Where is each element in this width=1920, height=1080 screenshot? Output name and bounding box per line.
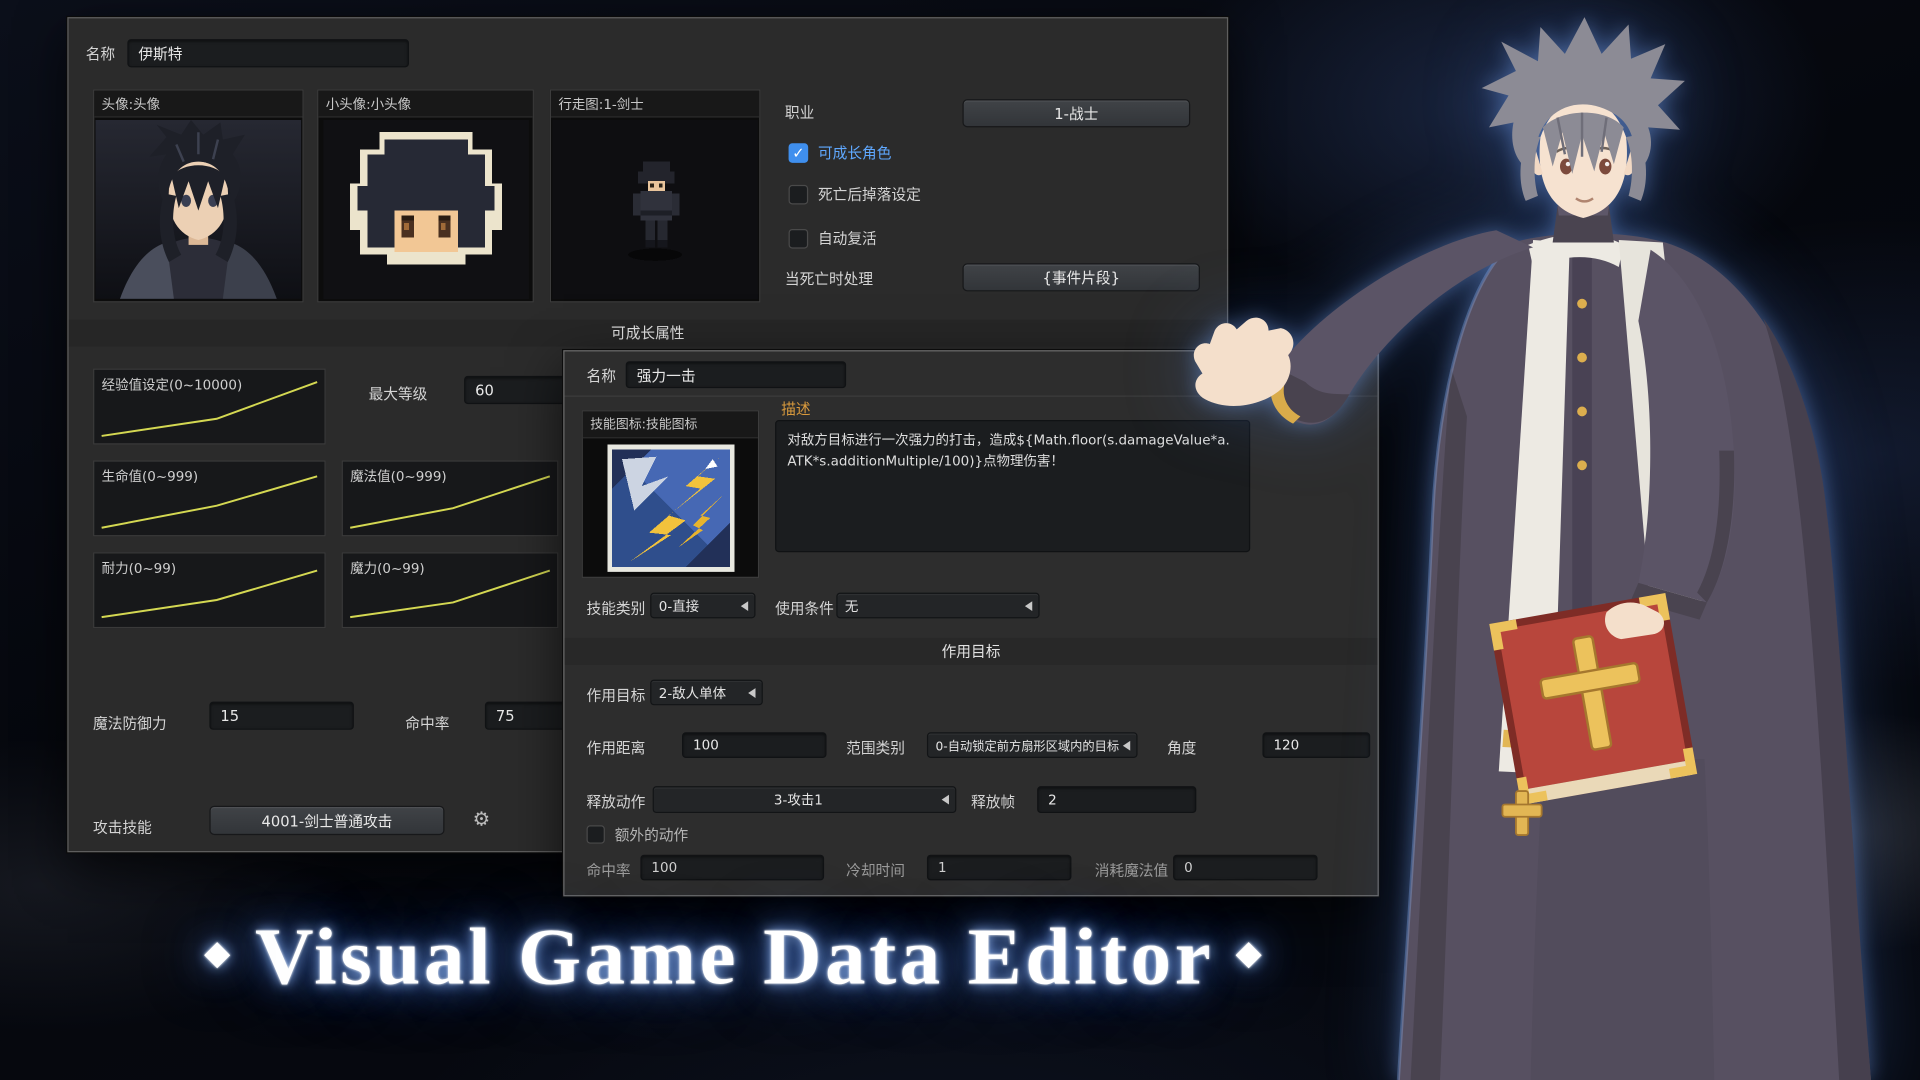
mp-curve-box[interactable]: 魔法值(0~999) [342,460,559,536]
face-portrait-image [94,118,302,302]
walk-sprite-label: 行走图:1-剑士 [551,91,759,118]
magic-curve-box[interactable]: 魔力(0~99) [342,552,559,628]
growable-checkbox-row[interactable]: ✓ 可成长角色 [789,142,892,163]
skill-icon-art [607,444,734,571]
use-condition-value: 无 [845,596,858,616]
death-drop-checkbox[interactable] [789,184,809,204]
distance-input[interactable]: 100 [682,732,826,758]
hp-curve-label: 生命值(0~999) [102,467,198,487]
release-action-label: 释放动作 [587,793,646,811]
skill-name-input[interactable]: 强力一击 [626,361,846,388]
attack-skill-gear-icon[interactable]: ⚙ [473,809,491,829]
hit-rate-label: 命中率 [405,715,449,733]
title-banner: ◆ Visual Game Data Editor ◆ [24,911,1444,1004]
attack-skill-label: 攻击技能 [93,819,152,837]
death-drop-checkbox-row[interactable]: 死亡后掉落设定 [789,184,921,205]
growth-section-header: 可成长属性 [69,320,1227,347]
class-label: 职业 [785,104,814,122]
magic-curve-label: 魔力(0~99) [350,558,424,578]
auto-revive-checkbox[interactable] [789,228,809,248]
check-icon: ✓ [792,144,804,161]
target-value: 2-敌人单体 [659,683,726,703]
attack-skill-button[interactable]: 4001-剑士普通攻击 [209,806,444,835]
growable-checkbox-label: 可成长角色 [818,142,891,163]
stamina-curve-box[interactable]: 耐力(0~99) [93,552,326,628]
target-dropdown[interactable]: 2-敌人单体 [650,680,763,706]
face-portrait-art [96,119,302,300]
use-condition-dropdown[interactable]: 无 [836,593,1039,619]
auto-revive-checkbox-row[interactable]: 自动复活 [789,228,877,249]
skill-category-value: 0-直接 [659,596,699,616]
magic-defense-label: 魔法防御力 [93,715,166,733]
growable-checkbox[interactable]: ✓ [789,143,809,163]
extra-action-checkbox-row[interactable]: 额外的动作 [587,824,689,845]
distance-label: 作用距离 [587,740,646,758]
walk-sprite-image [551,118,759,302]
banner-diamond-left: ◆ [205,936,233,972]
skill-icon-panel[interactable]: 技能图标:技能图标 [582,410,760,578]
description-label: 描述 [781,400,810,418]
face-portrait-label: 头像:头像 [94,91,302,118]
dropdown-arrow-icon [741,601,748,611]
banner-title-text: Visual Game Data Editor [255,912,1214,1001]
exp-curve-label: 经验值设定(0~10000) [102,375,243,395]
release-frame-label: 释放帧 [971,793,1015,811]
small-portrait-panel[interactable]: 小头像:小头像 [317,89,534,302]
extra-action-checkbox[interactable] [587,825,605,843]
target-label: 作用目标 [587,687,646,705]
max-level-label: 最大等级 [369,386,428,404]
exp-curve-box[interactable]: 经验值设定(0~10000) [93,369,326,445]
auto-revive-checkbox-label: 自动复活 [818,228,877,249]
stamina-curve-label: 耐力(0~99) [102,558,176,578]
release-action-dropdown[interactable]: 3-攻击1 [653,786,957,813]
skill-icon-label: 技能图标:技能图标 [583,411,758,438]
skill-icon-image [583,438,758,576]
dropdown-arrow-icon [1025,601,1032,611]
skill-hit-rate-label: 命中率 [587,862,631,880]
face-portrait-panel[interactable]: 头像:头像 [93,89,304,302]
cooldown-input[interactable]: 1 [927,855,1071,881]
mp-curve-label: 魔法值(0~999) [350,467,446,487]
use-condition-label: 使用条件 [775,600,834,618]
dropdown-arrow-icon [942,795,949,805]
release-action-value: 3-攻击1 [774,790,823,810]
walk-sprite-art [552,119,758,300]
area-type-label: 范围类别 [846,740,905,758]
skill-name-label: 名称 [587,367,616,385]
hp-curve-box[interactable]: 生命值(0~999) [93,460,326,536]
chibi-pixel-art [323,119,529,300]
cooldown-label: 冷却时间 [846,862,905,880]
on-death-label: 当死亡时处理 [785,271,873,289]
extra-action-checkbox-label: 额外的动作 [615,824,688,845]
banner-diamond-right: ◆ [1236,936,1264,972]
magic-defense-input[interactable]: 15 [209,702,353,730]
small-portrait-label: 小头像:小头像 [318,91,532,118]
screenshot-root: 名称 伊斯特 头像:头像 [0,0,1920,1080]
small-portrait-image [318,118,532,302]
skill-category-dropdown[interactable]: 0-直接 [650,593,755,619]
character-name-input[interactable]: 伊斯特 [127,39,409,67]
dropdown-arrow-icon [748,688,755,698]
skill-category-label: 技能类别 [587,600,646,618]
skill-hit-rate-input[interactable]: 100 [640,855,824,881]
death-drop-checkbox-label: 死亡后掉落设定 [818,184,921,205]
walk-sprite-panel[interactable]: 行走图:1-剑士 [550,89,761,302]
character-name-label: 名称 [86,45,115,63]
